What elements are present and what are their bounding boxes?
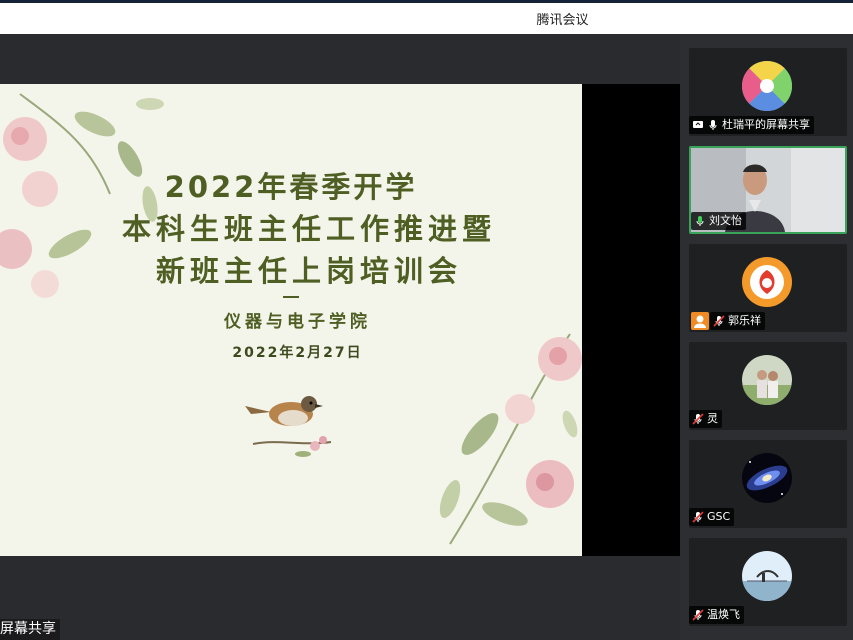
avatar xyxy=(742,453,792,503)
title-bar: 腾讯会议 xyxy=(0,3,853,34)
window-title: 腾讯会议 xyxy=(536,13,589,28)
participant-tile[interactable]: GSC xyxy=(689,440,847,528)
microphone-icon xyxy=(709,120,717,130)
microphone-muted-icon xyxy=(692,609,704,621)
slide-title-line-1: 2022年春季开学 xyxy=(164,170,418,204)
participant-tile[interactable]: 灵 xyxy=(689,342,847,430)
presentation-slide: 2022年春季开学 本科生班主任工作推进暨 新班主任上岗培训会 仪器与电子学院 … xyxy=(0,84,582,556)
name-tag: 刘文怡 xyxy=(691,212,746,230)
slide-date: 2022年2月27日 xyxy=(232,345,363,361)
slide-organizer: 仪器与电子学院 xyxy=(224,312,371,332)
participant-name: 郭乐祥 xyxy=(728,314,761,327)
name-tag: 灵 xyxy=(689,410,722,428)
screen-share-label: 屏幕共享 xyxy=(0,619,60,640)
participant-tile-screen-share[interactable]: 杜瑞平的屏幕共享 xyxy=(689,48,847,136)
participant-name: GSC xyxy=(707,510,731,523)
name-tag: 郭乐祥 xyxy=(710,312,765,330)
avatar xyxy=(742,551,792,601)
participant-name: 刘文怡 xyxy=(709,214,742,227)
microphone-muted-icon xyxy=(692,511,704,523)
participant-name: 温焕飞 xyxy=(707,608,740,621)
microphone-muted-icon xyxy=(692,413,704,425)
user-icon xyxy=(691,312,709,330)
title-divider xyxy=(283,296,299,298)
avatar xyxy=(742,257,792,307)
name-tag: GSC xyxy=(689,508,735,526)
bird-illustration xyxy=(245,396,332,457)
slide-title-line-3: 新班主任上岗培训会 xyxy=(155,254,462,288)
participant-tile[interactable]: 温焕飞 xyxy=(689,538,847,626)
microphone-muted-icon xyxy=(713,315,725,327)
avatar xyxy=(742,355,792,405)
slide-title-line-2: 本科生班主任工作推进暨 xyxy=(121,212,496,246)
participant-panel[interactable]: 杜瑞平的屏幕共享 刘文怡 郭乐祥 灵 GSC 温焕飞 xyxy=(680,34,853,640)
screen-share-icon xyxy=(693,121,703,128)
name-tag: 杜瑞平的屏幕共享 xyxy=(689,116,814,134)
microphone-active-icon xyxy=(696,216,704,226)
name-tag: 温焕飞 xyxy=(689,606,744,624)
avatar xyxy=(742,61,792,111)
participant-tile-speaking[interactable]: 刘文怡 xyxy=(689,146,847,234)
participant-name: 灵 xyxy=(707,412,718,425)
letterbox-pad xyxy=(582,84,680,556)
participant-name: 杜瑞平的屏幕共享 xyxy=(722,118,810,131)
participant-tile[interactable]: 郭乐祥 xyxy=(689,244,847,332)
